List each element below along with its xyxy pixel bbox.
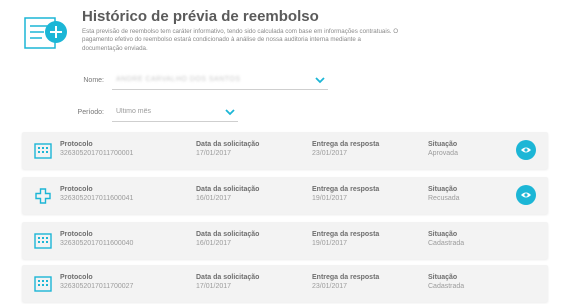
situacao-value: Recusada <box>428 195 460 202</box>
protocolo-label: Protocolo <box>60 141 93 148</box>
view-button[interactable] <box>516 185 536 205</box>
periodo-value: Último mês <box>116 108 152 115</box>
protocolo-label: Protocolo <box>60 274 93 281</box>
building-icon <box>34 276 52 292</box>
receipt-add-icon <box>24 17 67 49</box>
nome-value: ANDRE CARVALHO DOS SANTOS <box>116 76 241 83</box>
page-header: Histórico de prévia de reembolso Esta pr… <box>24 8 564 66</box>
situacao-value: Cadastrada <box>428 240 465 247</box>
nome-label: Nome: <box>83 77 104 84</box>
view-button[interactable] <box>516 140 536 160</box>
protocolo-value: 3263052017011600041 <box>60 195 134 202</box>
table-row[interactable]: Protocolo 3263052017011700001 Data da sol… <box>22 132 548 169</box>
data-value: 16/01/2017 <box>196 240 232 247</box>
situacao-label: Situação <box>428 141 458 148</box>
periodo-label: Período: <box>77 109 104 116</box>
situacao-label: Situação <box>428 274 458 281</box>
medical-cross-icon <box>35 188 51 204</box>
protocolo-value: 3263052017011700001 <box>60 150 134 157</box>
page-description: Esta previsão de reembolso tem caráter i… <box>82 28 399 52</box>
entrega-value: 19/01/2017 <box>312 240 348 247</box>
situacao-label: Situação <box>428 231 458 238</box>
data-label: Data da solicitação <box>196 186 260 193</box>
entrega-label: Entrega da resposta <box>312 274 380 281</box>
protocolo-value: 3263052017011600040 <box>60 240 134 247</box>
periodo-select[interactable]: Último mês <box>112 102 238 122</box>
situacao-value: Cadastrada <box>428 283 465 290</box>
page-title: Histórico de prévia de reembolso <box>82 8 319 25</box>
data-label: Data da solicitação <box>196 141 260 148</box>
entrega-label: Entrega da resposta <box>312 231 380 238</box>
entrega-value: 23/01/2017 <box>312 283 348 290</box>
building-icon <box>34 233 52 249</box>
nome-select[interactable]: ANDRE CARVALHO DOS SANTOS <box>112 70 328 90</box>
protocolo-label: Protocolo <box>60 231 93 238</box>
protocolo-label: Protocolo <box>60 186 93 193</box>
table-row[interactable]: Protocolo 3263052017011600041 Data da sol… <box>22 177 548 214</box>
situacao-label: Situação <box>428 186 458 193</box>
chevron-down-icon <box>315 76 325 83</box>
data-value: 16/01/2017 <box>196 195 232 202</box>
situacao-value: Aprovada <box>428 150 458 157</box>
data-value: 17/01/2017 <box>196 283 232 290</box>
data-value: 17/01/2017 <box>196 150 232 157</box>
data-label: Data da solicitação <box>196 274 260 281</box>
data-label: Data da solicitação <box>196 231 260 238</box>
entrega-label: Entrega da resposta <box>312 141 380 148</box>
protocolo-value: 3263052017011700027 <box>60 283 134 290</box>
chevron-down-icon <box>225 108 235 115</box>
entrega-value: 19/01/2017 <box>312 195 348 202</box>
eye-icon <box>521 192 531 198</box>
table-row[interactable]: Protocolo 3263052017011600040 Data da sol… <box>22 222 548 259</box>
eye-icon <box>521 147 531 153</box>
entrega-value: 23/01/2017 <box>312 150 348 157</box>
entrega-label: Entrega da resposta <box>312 186 380 193</box>
table-row[interactable]: Protocolo 3263052017011700027 Data da sol… <box>22 265 548 302</box>
building-icon <box>34 143 52 159</box>
